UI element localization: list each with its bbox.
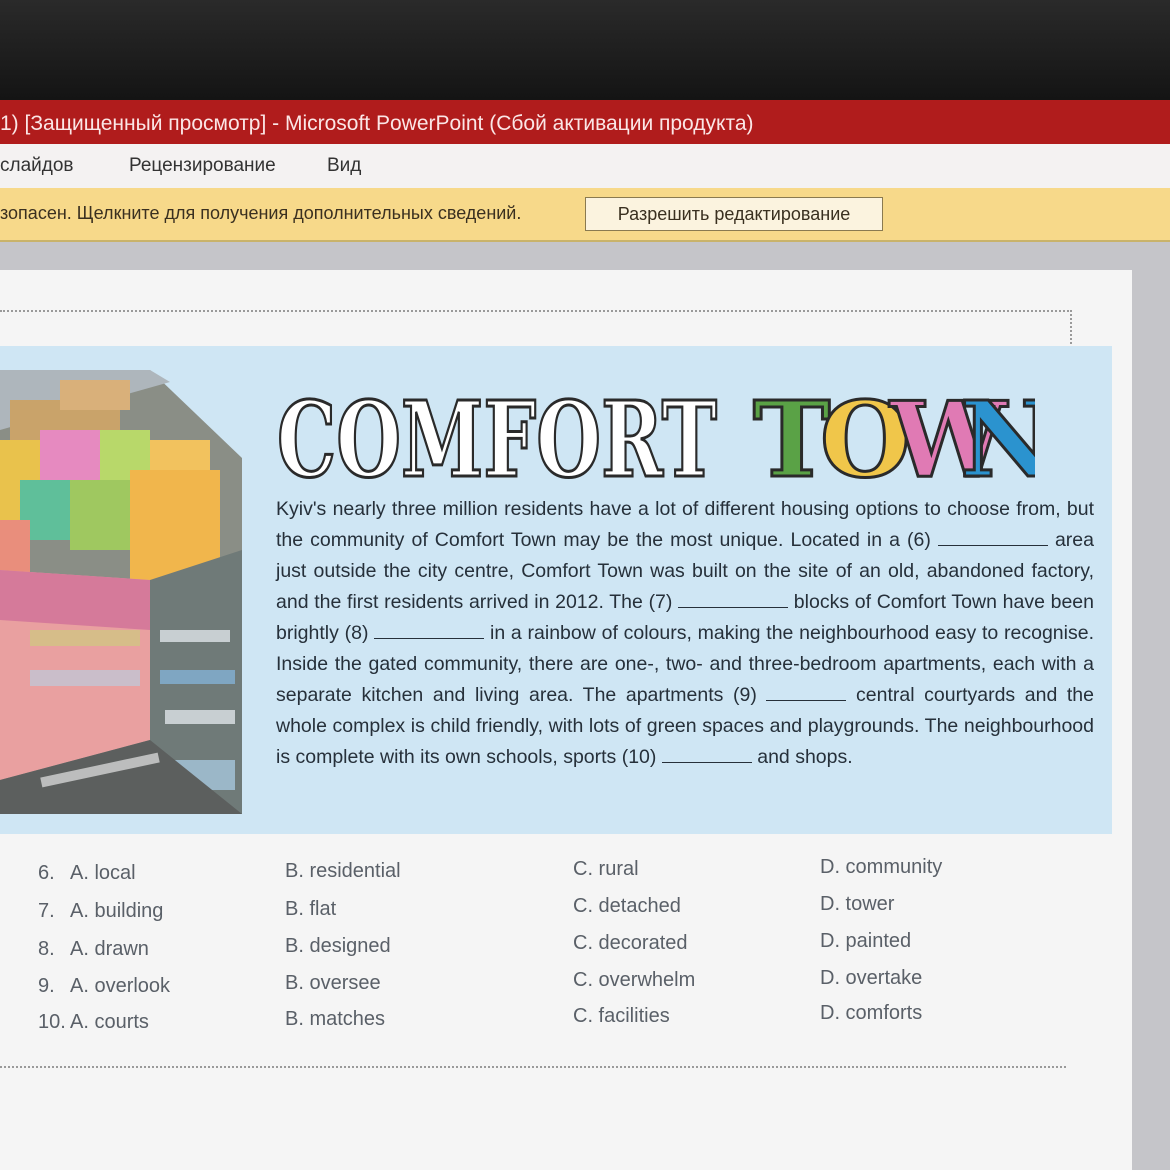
question-number: 9. (38, 975, 55, 997)
question-row: 9. A. overlook (38, 975, 170, 998)
gap-7-blank[interactable] (678, 591, 789, 608)
headline-word-comfort: COMFORT (277, 382, 717, 482)
reading-passage: Kyiv's nearly three million residents ha… (276, 494, 1094, 773)
question-row: 6. A. local (38, 862, 136, 885)
option-c: C. facilities (573, 1005, 670, 1027)
option-b: B. residential (285, 860, 401, 882)
headline-letter-t: T (753, 382, 830, 482)
question-number: 6. (38, 862, 55, 884)
gap-6-blank[interactable] (937, 529, 1048, 546)
gap-8-blank[interactable] (374, 622, 485, 639)
option-b: B. oversee (285, 972, 381, 994)
question-number: 7. (38, 900, 55, 922)
monitor-bezel (0, 0, 1170, 100)
enable-editing-button[interactable]: Разрешить редактирование (585, 197, 883, 231)
placeholder-border-bottom (0, 1066, 1066, 1068)
gap-number: (10) (621, 746, 657, 768)
question-row: 7. A. building (38, 900, 163, 923)
option-b: B. matches (285, 1008, 386, 1030)
option-d: D. comforts (820, 1002, 923, 1024)
title-bar: 1) [Защищенный просмотр] - Microsoft Pow… (0, 100, 1170, 144)
tab-view[interactable]: Вид (327, 155, 361, 177)
option-d: D. community (820, 856, 943, 878)
slide-canvas[interactable]: COMFORT T O W N Kyiv's nearly three mill… (0, 270, 1132, 1170)
question-number: 8. (38, 938, 55, 960)
protected-view-bar: зопасен. Щелкните для получения дополнит… (0, 188, 1170, 242)
gap-number: (9) (733, 684, 757, 706)
passage-text: and shops. (751, 746, 853, 768)
option-c: C. rural (573, 858, 639, 880)
option-b: B. designed (285, 935, 391, 957)
tab-review[interactable]: Рецензирование (129, 155, 276, 177)
option-a: A. courts (70, 1011, 149, 1033)
powerpoint-window: 1) [Защищенный просмотр] - Microsoft Pow… (0, 100, 1170, 1170)
gap-number: (7) (648, 591, 673, 613)
question-row: 8. A. drawn (38, 938, 149, 961)
option-a: A. drawn (70, 938, 149, 960)
option-a: A. local (70, 862, 136, 884)
gap-number: (8) (344, 622, 369, 644)
window-title: 1) [Защищенный просмотр] - Microsoft Pow… (0, 112, 754, 135)
slide-workarea: COMFORT T O W N Kyiv's nearly three mill… (0, 242, 1170, 1170)
option-a: A. building (70, 900, 164, 922)
gap-number: (6) (907, 529, 931, 551)
option-d: D. overtake (820, 967, 923, 989)
comfort-town-photo (0, 370, 242, 814)
headline-comfort-town: COMFORT T O W N (276, 382, 1036, 482)
protected-view-message[interactable]: зопасен. Щелкните для получения дополнит… (0, 203, 521, 224)
option-b: B. flat (285, 898, 337, 920)
question-row: 10. A. courts (38, 1011, 149, 1034)
gap-10-blank[interactable] (661, 746, 752, 763)
headline-letter-n: N (960, 382, 1035, 482)
reading-panel: COMFORT T O W N Kyiv's nearly three mill… (0, 346, 1112, 834)
tab-slideshow[interactable]: слайдов (0, 155, 74, 177)
ribbon-tabs: слайдов Рецензирование Вид (0, 144, 1170, 189)
gap-9-blank[interactable] (766, 684, 847, 701)
option-c: C. decorated (573, 932, 688, 954)
option-a: A. overlook (70, 975, 171, 997)
option-d: D. tower (820, 893, 895, 915)
question-number: 10. (38, 1011, 66, 1033)
option-c: C. detached (573, 895, 681, 917)
placeholder-border-top (0, 310, 1072, 348)
option-c: C. overwhelm (573, 969, 696, 991)
option-d: D. painted (820, 930, 912, 952)
